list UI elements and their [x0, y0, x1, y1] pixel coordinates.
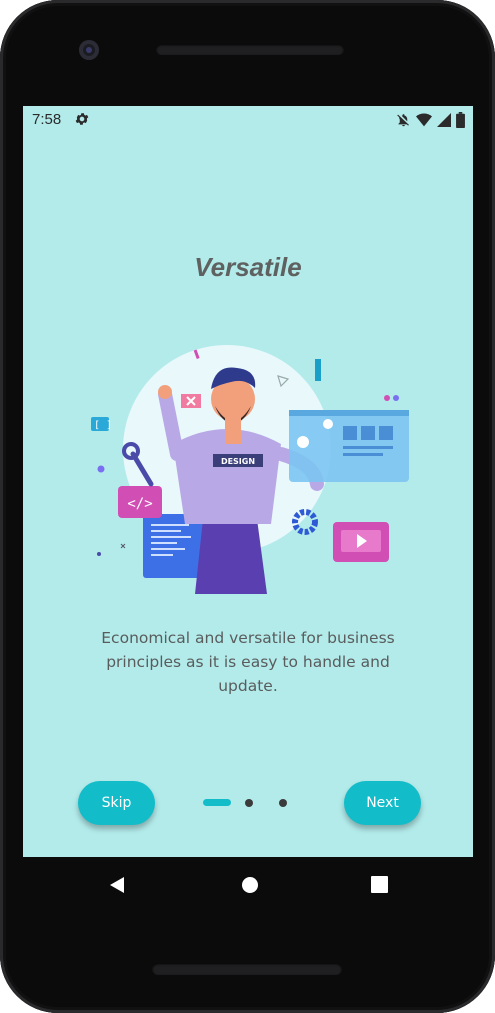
svg-text:[ ]: [ ] — [94, 420, 112, 431]
settings-icon — [75, 113, 89, 125]
status-icons — [396, 112, 465, 128]
front-camera — [79, 40, 99, 60]
skip-button[interactable]: Skip — [78, 781, 155, 825]
person-legs — [195, 519, 267, 594]
device-frame: 7:58 Versatile [] </> DESIGN Economical… — [0, 0, 495, 1013]
svg-text:</>: </> — [127, 496, 152, 512]
signal-icon — [437, 113, 451, 127]
next-button[interactable]: Next — [344, 781, 421, 825]
app-screen: 7:58 Versatile [] </> DESIGN Economical… — [23, 106, 473, 857]
svg-text:DESIGN: DESIGN — [221, 457, 255, 466]
status-bar: 7:58 — [23, 106, 473, 133]
flag-shape — [315, 359, 321, 381]
wifi-icon — [416, 113, 432, 127]
page-indicator — [203, 798, 293, 808]
bottom-speaker — [152, 963, 342, 975]
page-dot[interactable] — [279, 799, 287, 807]
page-dot[interactable] — [245, 799, 253, 807]
status-time: 7:58 — [32, 111, 62, 128]
earpiece-speaker — [156, 44, 344, 55]
onboarding-illustration: [ ] </> DESIGN — [91, 345, 409, 594]
home-icon[interactable] — [241, 876, 259, 894]
back-icon[interactable] — [109, 876, 125, 894]
battery-icon — [456, 112, 465, 128]
page-title: Versatile — [194, 252, 302, 282]
notifications-off-icon — [397, 114, 409, 127]
onboarding-description: Economical and versatile for business pr… — [101, 629, 395, 695]
page-dot-active[interactable] — [203, 799, 231, 806]
recents-icon[interactable] — [371, 876, 388, 893]
navigation-bar — [23, 857, 473, 915]
